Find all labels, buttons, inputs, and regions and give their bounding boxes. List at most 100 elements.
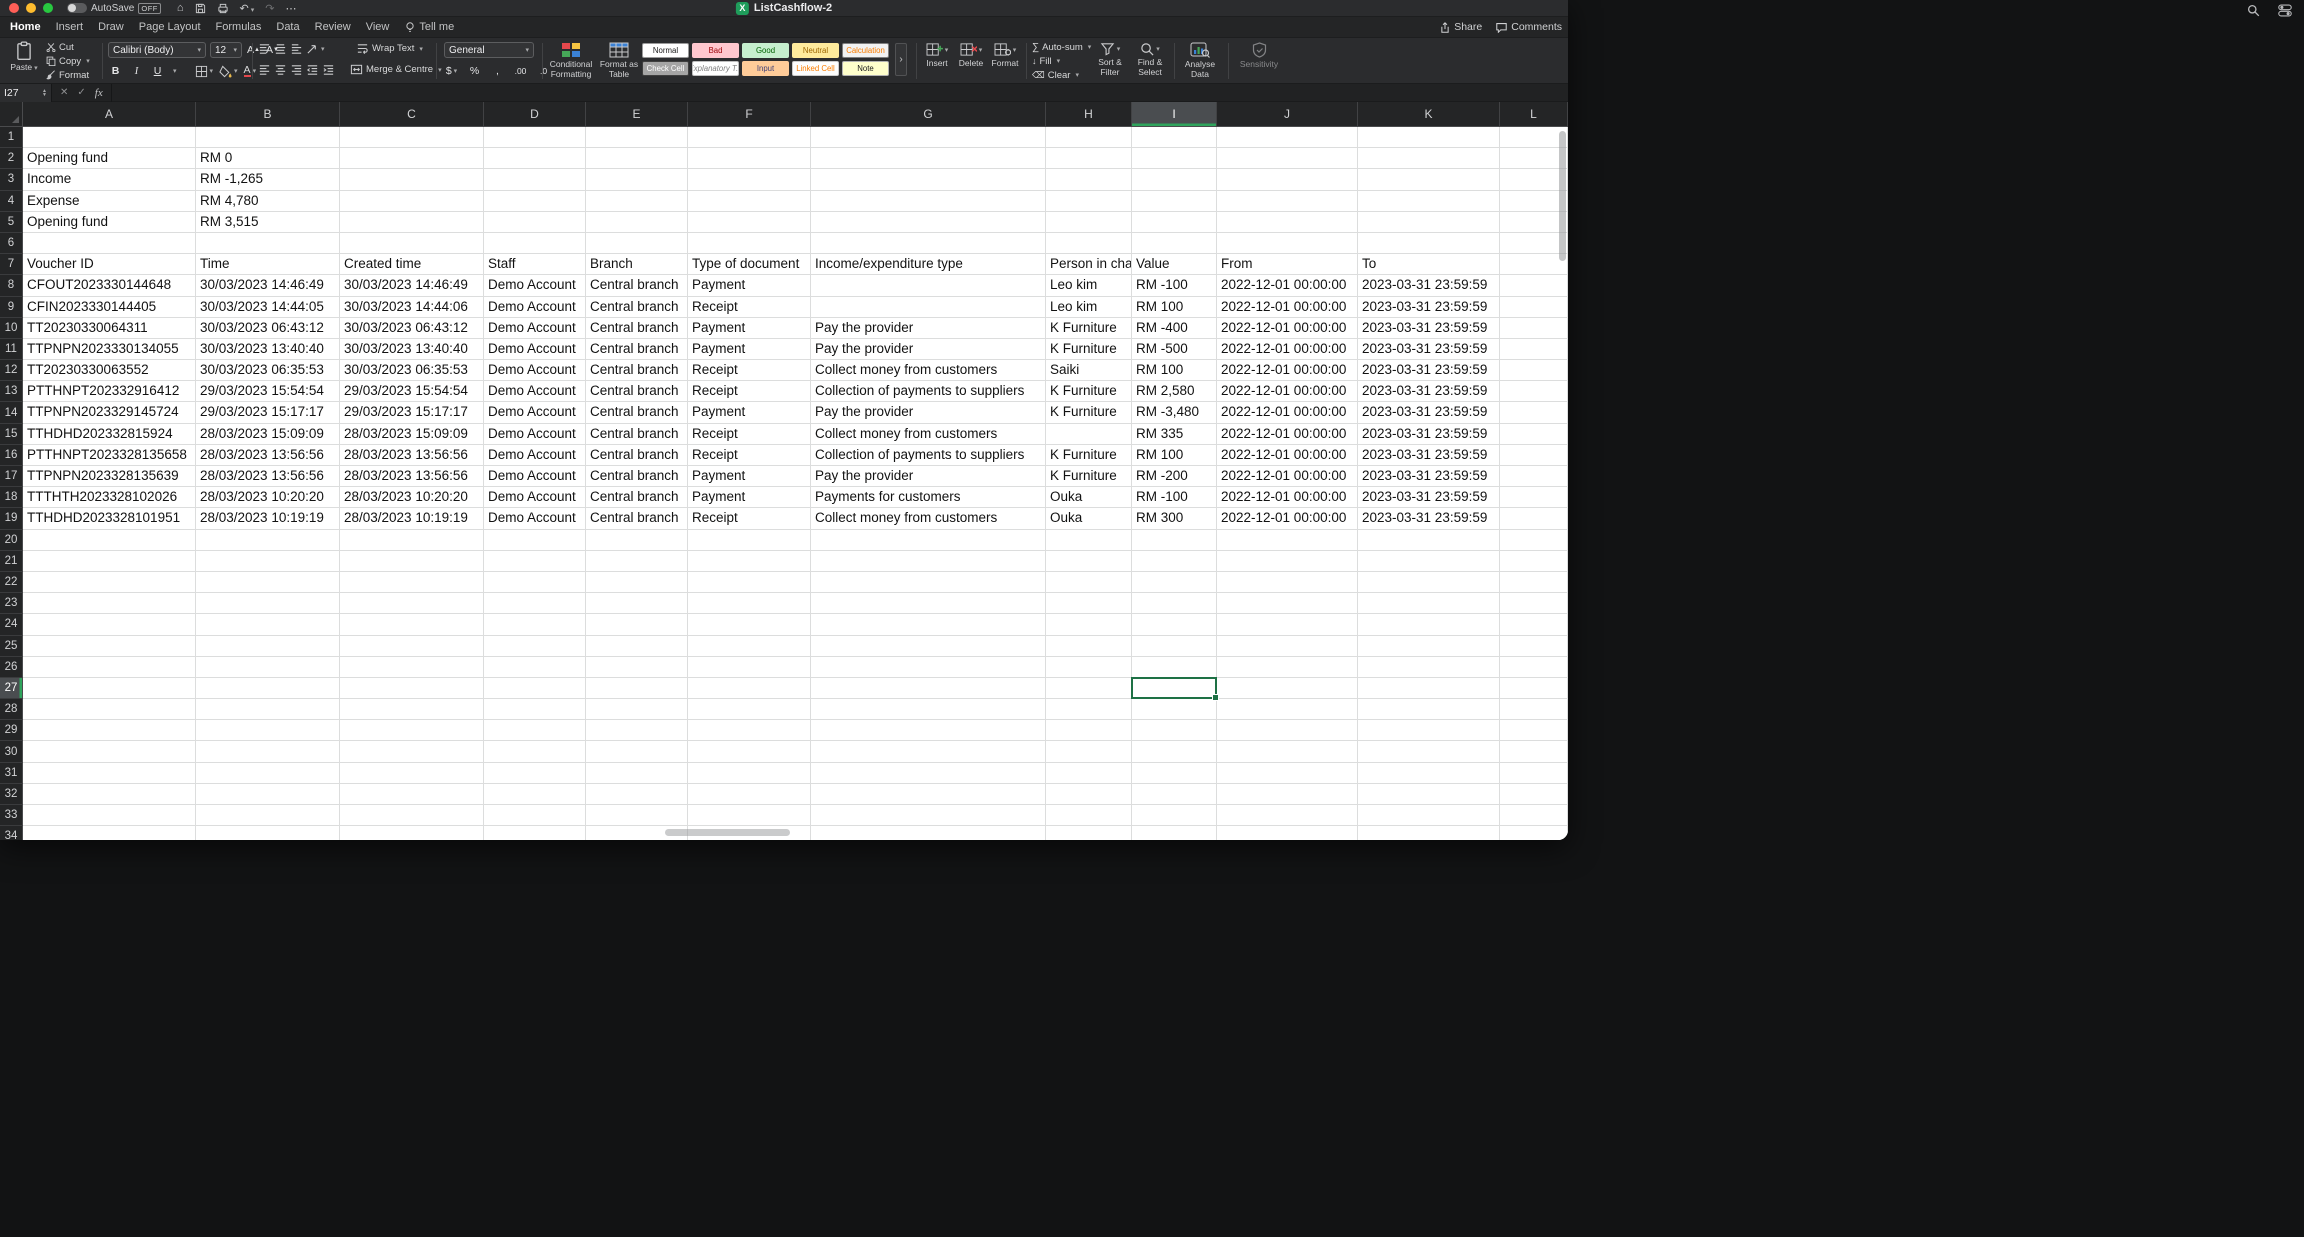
cell-B17[interactable]: 28/03/2023 13:56:56 bbox=[196, 466, 340, 487]
cell-E1[interactable] bbox=[586, 127, 688, 148]
currency-format-button[interactable]: $▾ bbox=[444, 63, 459, 79]
cell-G16[interactable]: Collection of payments to suppliers bbox=[811, 445, 1046, 466]
cell-C32[interactable] bbox=[340, 784, 484, 805]
row-header-28[interactable]: 28 bbox=[0, 699, 23, 720]
cell-C23[interactable] bbox=[340, 593, 484, 614]
cell-G4[interactable] bbox=[811, 191, 1046, 212]
cell-A19[interactable]: TTHDHD2023328101951 bbox=[23, 508, 196, 529]
cell-C19[interactable]: 28/03/2023 10:19:19 bbox=[340, 508, 484, 529]
cell-B19[interactable]: 28/03/2023 10:19:19 bbox=[196, 508, 340, 529]
cell-H33[interactable] bbox=[1046, 805, 1132, 826]
cell-H14[interactable]: K Furniture bbox=[1046, 402, 1132, 423]
cell-G12[interactable]: Collect money from customers bbox=[811, 360, 1046, 381]
cell-K9[interactable]: 2023-03-31 23:59:59 bbox=[1358, 297, 1500, 318]
cell-F11[interactable]: Payment bbox=[688, 339, 811, 360]
cell-H31[interactable] bbox=[1046, 763, 1132, 784]
cell-I21[interactable] bbox=[1132, 551, 1217, 572]
cell-L12[interactable] bbox=[1500, 360, 1568, 381]
cell-L21[interactable] bbox=[1500, 551, 1568, 572]
cell-E21[interactable] bbox=[586, 551, 688, 572]
cell-G1[interactable] bbox=[811, 127, 1046, 148]
cell-G6[interactable] bbox=[811, 233, 1046, 254]
number-format-select[interactable]: General▾ bbox=[444, 42, 534, 58]
cell-C25[interactable] bbox=[340, 636, 484, 657]
cell-H18[interactable]: Ouka bbox=[1046, 487, 1132, 508]
cell-E26[interactable] bbox=[586, 657, 688, 678]
cell-E12[interactable]: Central branch bbox=[586, 360, 688, 381]
row-header-8[interactable]: 8 bbox=[0, 275, 23, 296]
cell-J11[interactable]: 2022-12-01 00:00:00 bbox=[1217, 339, 1358, 360]
cell-I17[interactable]: RM -200 bbox=[1132, 466, 1217, 487]
autosave-control[interactable]: AutoSave OFF bbox=[67, 3, 161, 14]
cell-E16[interactable]: Central branch bbox=[586, 445, 688, 466]
font-name-select[interactable]: Calibri (Body)▾ bbox=[108, 42, 206, 58]
row-header-3[interactable]: 3 bbox=[0, 169, 23, 190]
cell-H10[interactable]: K Furniture bbox=[1046, 318, 1132, 339]
cell-C22[interactable] bbox=[340, 572, 484, 593]
cell-K24[interactable] bbox=[1358, 614, 1500, 635]
cell-L1[interactable] bbox=[1500, 127, 1568, 148]
cell-F26[interactable] bbox=[688, 657, 811, 678]
cell-C16[interactable]: 28/03/2023 13:56:56 bbox=[340, 445, 484, 466]
cell-E8[interactable]: Central branch bbox=[586, 275, 688, 296]
cell-B3[interactable]: RM -1,265 bbox=[196, 169, 340, 190]
cell-A3[interactable]: Income bbox=[23, 169, 196, 190]
cell-F31[interactable] bbox=[688, 763, 811, 784]
cell-I34[interactable] bbox=[1132, 826, 1217, 840]
cell-H7[interactable]: Person in charge bbox=[1046, 254, 1132, 275]
cell-J33[interactable] bbox=[1217, 805, 1358, 826]
cell-L30[interactable] bbox=[1500, 741, 1568, 762]
cell-C20[interactable] bbox=[340, 530, 484, 551]
cell-J1[interactable] bbox=[1217, 127, 1358, 148]
italic-button[interactable]: I bbox=[129, 63, 144, 79]
cell-J16[interactable]: 2022-12-01 00:00:00 bbox=[1217, 445, 1358, 466]
column-header-D[interactable]: D bbox=[484, 102, 586, 127]
cell-K8[interactable]: 2023-03-31 23:59:59 bbox=[1358, 275, 1500, 296]
cell-D18[interactable]: Demo Account bbox=[484, 487, 586, 508]
cell-K22[interactable] bbox=[1358, 572, 1500, 593]
cell-B16[interactable]: 28/03/2023 13:56:56 bbox=[196, 445, 340, 466]
autosave-toggle[interactable] bbox=[67, 3, 87, 13]
cell-K6[interactable] bbox=[1358, 233, 1500, 254]
cell-C31[interactable] bbox=[340, 763, 484, 784]
cell-B23[interactable] bbox=[196, 593, 340, 614]
cell-G21[interactable] bbox=[811, 551, 1046, 572]
cell-G29[interactable] bbox=[811, 720, 1046, 741]
cell-I22[interactable] bbox=[1132, 572, 1217, 593]
cell-A32[interactable] bbox=[23, 784, 196, 805]
sensitivity-button[interactable]: Sensitivity bbox=[1236, 42, 1282, 70]
cell-H13[interactable]: K Furniture bbox=[1046, 381, 1132, 402]
column-header-I[interactable]: I bbox=[1132, 102, 1217, 127]
cell-I4[interactable] bbox=[1132, 191, 1217, 212]
cell-B21[interactable] bbox=[196, 551, 340, 572]
row-header-16[interactable]: 16 bbox=[0, 445, 23, 466]
cell-C28[interactable] bbox=[340, 699, 484, 720]
cell-B24[interactable] bbox=[196, 614, 340, 635]
cell-G10[interactable]: Pay the provider bbox=[811, 318, 1046, 339]
cell-D5[interactable] bbox=[484, 212, 586, 233]
font-color-button[interactable]: A▾ bbox=[244, 65, 257, 77]
percent-format-button[interactable]: % bbox=[467, 63, 482, 79]
cell-H17[interactable]: K Furniture bbox=[1046, 466, 1132, 487]
cell-C14[interactable]: 29/03/2023 15:17:17 bbox=[340, 402, 484, 423]
cell-L31[interactable] bbox=[1500, 763, 1568, 784]
cell-D24[interactable] bbox=[484, 614, 586, 635]
row-header-18[interactable]: 18 bbox=[0, 487, 23, 508]
cell-F1[interactable] bbox=[688, 127, 811, 148]
cell-E6[interactable] bbox=[586, 233, 688, 254]
cell-A13[interactable]: PTTHNPT202332916412 bbox=[23, 381, 196, 402]
cell-L14[interactable] bbox=[1500, 402, 1568, 423]
cell-I7[interactable]: Value bbox=[1132, 254, 1217, 275]
cell-E11[interactable]: Central branch bbox=[586, 339, 688, 360]
cell-I5[interactable] bbox=[1132, 212, 1217, 233]
format-cells-button[interactable]: ▾ Format bbox=[990, 42, 1020, 69]
cell-H30[interactable] bbox=[1046, 741, 1132, 762]
close-window-button[interactable] bbox=[9, 3, 19, 13]
cell-B18[interactable]: 28/03/2023 10:20:20 bbox=[196, 487, 340, 508]
cell-B10[interactable]: 30/03/2023 06:43:12 bbox=[196, 318, 340, 339]
borders-button[interactable]: ▾ bbox=[195, 65, 214, 78]
cell-A27[interactable] bbox=[23, 678, 196, 699]
cell-D32[interactable] bbox=[484, 784, 586, 805]
cell-F10[interactable]: Payment bbox=[688, 318, 811, 339]
cell-L10[interactable] bbox=[1500, 318, 1568, 339]
